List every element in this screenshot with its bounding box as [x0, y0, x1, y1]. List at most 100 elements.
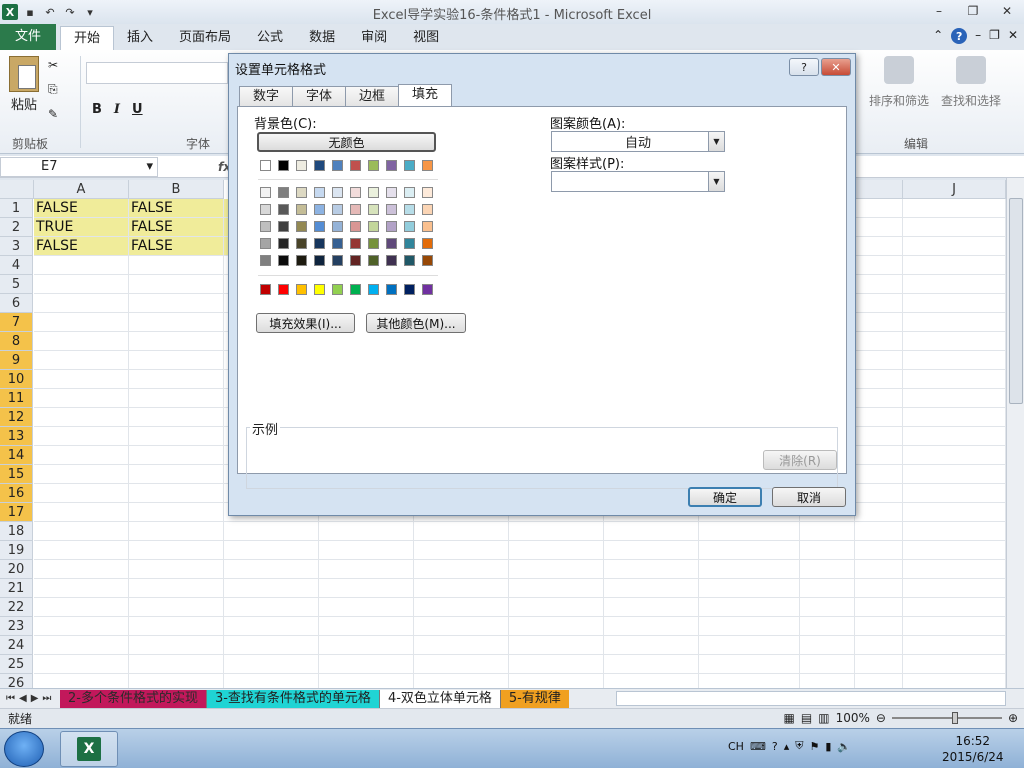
table-cell[interactable] [855, 294, 903, 313]
table-cell[interactable] [903, 389, 1006, 408]
color-swatch[interactable] [332, 238, 343, 249]
table-cell[interactable] [800, 541, 855, 560]
table-cell[interactable] [509, 579, 604, 598]
scroll-thumb[interactable] [1009, 198, 1023, 404]
color-swatch[interactable] [422, 221, 433, 232]
first-sheet-icon[interactable]: ⏮ [6, 693, 15, 704]
color-swatch[interactable] [404, 255, 415, 266]
horizontal-scrollbar[interactable] [616, 691, 1006, 706]
table-cell[interactable] [855, 617, 903, 636]
color-swatch[interactable] [368, 187, 379, 198]
table-cell[interactable] [129, 522, 224, 541]
table-cell[interactable] [129, 332, 224, 351]
table-cell[interactable] [129, 484, 224, 503]
help-icon[interactable]: ? [951, 28, 968, 44]
pattern-color-select[interactable]: 自动 ▼ [551, 131, 725, 152]
table-cell[interactable] [129, 446, 224, 465]
table-cell[interactable] [855, 636, 903, 655]
excel-logo-icon[interactable]: X [2, 4, 18, 20]
fill-effects-button[interactable]: 填充效果(I)... [256, 313, 355, 333]
tab-number[interactable]: 数字 [239, 86, 294, 106]
table-cell[interactable] [903, 199, 1006, 218]
table-cell[interactable] [34, 332, 129, 351]
table-cell[interactable] [855, 313, 903, 332]
table-cell[interactable] [800, 617, 855, 636]
row-header[interactable]: 9 [0, 351, 33, 370]
table-cell[interactable] [509, 598, 604, 617]
tab-data[interactable]: 数据 [296, 26, 348, 50]
table-cell[interactable] [129, 541, 224, 560]
color-swatch[interactable] [332, 204, 343, 215]
table-cell[interactable]: FALSE [129, 218, 224, 237]
table-cell[interactable] [34, 351, 129, 370]
row-header[interactable]: 8 [0, 332, 33, 351]
color-swatch[interactable] [278, 187, 289, 198]
minimize-button[interactable]: – [922, 0, 956, 22]
tab-fill[interactable]: 填充 [398, 84, 453, 106]
table-cell[interactable] [129, 598, 224, 617]
row-header[interactable]: 1 [0, 199, 33, 218]
table-cell[interactable] [34, 294, 129, 313]
table-cell[interactable]: FALSE [129, 199, 224, 218]
table-cell[interactable] [699, 617, 800, 636]
save-icon[interactable]: ▪ [22, 4, 38, 20]
zoom-out-icon[interactable]: ⊖ [876, 711, 886, 725]
table-cell[interactable] [903, 636, 1006, 655]
close-button[interactable]: ✕ [990, 0, 1024, 22]
table-cell[interactable] [855, 218, 903, 237]
color-swatch[interactable] [404, 238, 415, 249]
table-cell[interactable] [34, 446, 129, 465]
zoom-slider-knob[interactable] [951, 712, 958, 724]
table-cell[interactable] [800, 655, 855, 674]
table-cell[interactable] [129, 617, 224, 636]
table-cell[interactable] [129, 579, 224, 598]
table-cell[interactable] [34, 389, 129, 408]
table-cell[interactable] [34, 636, 129, 655]
column-header-i[interactable] [855, 180, 903, 199]
color-swatch[interactable] [332, 160, 343, 171]
network-icon[interactable]: ▮ [825, 740, 831, 753]
table-cell[interactable]: FALSE [129, 237, 224, 256]
tab-font[interactable]: 字体 [292, 86, 347, 106]
table-cell[interactable] [604, 655, 699, 674]
tab-file[interactable]: 文件 [0, 24, 56, 50]
table-cell[interactable] [414, 579, 509, 598]
color-swatch[interactable] [296, 221, 307, 232]
table-cell[interactable] [903, 313, 1006, 332]
table-cell[interactable] [319, 655, 414, 674]
row-header[interactable]: 11 [0, 389, 33, 408]
color-swatch[interactable] [296, 238, 307, 249]
table-cell[interactable] [129, 636, 224, 655]
last-sheet-icon[interactable]: ⏭ [42, 693, 51, 704]
table-cell[interactable] [604, 560, 699, 579]
table-cell[interactable] [903, 674, 1006, 688]
sheet-tab-4[interactable]: 4-双色立体单元格 [379, 689, 501, 708]
language-indicator[interactable]: CH [728, 740, 744, 753]
clear-button[interactable]: 清除(R) [763, 450, 837, 470]
workbook-minimize-icon[interactable]: – [975, 28, 981, 44]
color-swatch[interactable] [314, 255, 325, 266]
table-cell[interactable] [224, 541, 319, 560]
select-all-corner[interactable] [0, 180, 34, 199]
standard-color-swatch[interactable] [260, 284, 271, 295]
table-cell[interactable] [224, 560, 319, 579]
table-cell[interactable] [509, 636, 604, 655]
undo-icon[interactable]: ↶ [42, 4, 58, 20]
color-swatch[interactable] [404, 204, 415, 215]
table-cell[interactable] [855, 655, 903, 674]
table-cell[interactable] [604, 674, 699, 688]
table-cell[interactable] [699, 674, 800, 688]
table-cell[interactable] [129, 408, 224, 427]
row-header[interactable]: 23 [0, 617, 33, 636]
table-cell[interactable] [319, 598, 414, 617]
row-header[interactable]: 3 [0, 237, 33, 256]
table-cell[interactable] [903, 522, 1006, 541]
color-swatch[interactable] [350, 221, 361, 232]
workbook-restore-icon[interactable]: ❐ [989, 28, 1000, 44]
table-cell[interactable] [34, 598, 129, 617]
color-swatch[interactable] [332, 255, 343, 266]
tab-view[interactable]: 视图 [400, 26, 452, 50]
table-cell[interactable] [800, 579, 855, 598]
table-cell[interactable] [699, 579, 800, 598]
sheet-tab-2[interactable]: 2-多个条件格式的实现 [60, 689, 207, 708]
